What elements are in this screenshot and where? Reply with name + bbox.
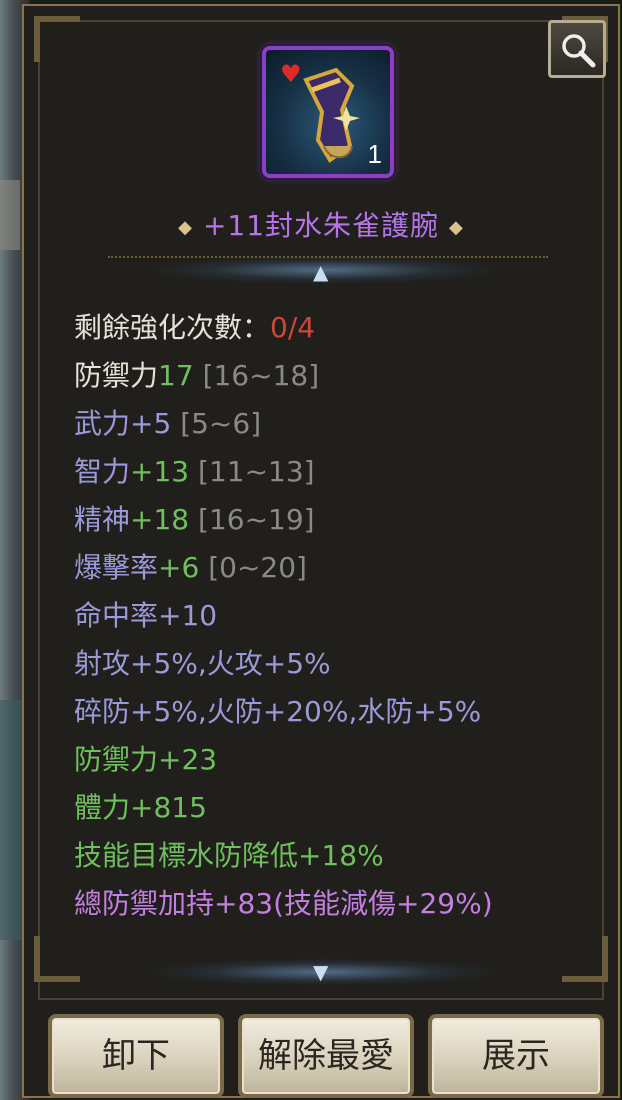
stat-label: 剩餘強化次數： [74,311,271,344]
frame-corner-ornament [562,936,608,982]
stat-range: [0~20] [208,551,307,584]
item-icon-slot[interactable]: ♥ 1 [262,46,394,178]
frame-corner-ornament [34,936,80,982]
frame-corner-ornament [34,16,80,62]
stat-value: 17 [158,359,194,392]
diamond-icon: ◆ [178,216,193,238]
stat-attack-bonus: 射攻+5%,火攻+5% [74,647,331,680]
stat-value: +13 [130,455,190,488]
stat-bonus-vitality: 體力+815 [74,791,207,824]
stat-value: +18 [130,503,190,536]
background-detail [0,700,22,940]
unequip-button[interactable]: 卸下 [48,1014,224,1098]
stat-force: 武力+5 [5~6] [74,400,594,448]
stat-range: [16~19] [198,503,315,536]
stat-label: 武力+5 [74,407,172,440]
stat-label: 爆擊率 [74,551,159,584]
stat-label: 智力 [74,455,131,488]
stat-set-bonus: 總防禦加持+83(技能減傷+29%) [74,887,493,920]
stat-bonus-defense: 防禦力+23 [74,743,218,776]
stat-enhance: 剩餘強化次數：0/4 [74,304,594,352]
stats-list: 剩餘強化次數：0/4 防禦力17 [16~18] 武力+5 [5~6] 智力+1… [74,304,594,928]
arrow-down-icon[interactable]: ▼ [313,962,328,982]
showcase-button[interactable]: 展示 [428,1014,604,1098]
item-name: ◆ +11封水朱雀護腕 ◆ [24,204,618,244]
stat-value: +6 [158,551,200,584]
stat-crit-rate: 爆擊率+6 [0~20] [74,544,594,592]
item-name-text: +11封水朱雀護腕 [202,209,440,242]
item-tooltip-panel: ♥ 1 ◆ +11封水朱雀護腕 ◆ ▲ 剩餘強化次數：0/4 防禦力17 [16~1… [22,4,620,1098]
background-detail [0,180,20,250]
stat-label: 精神 [74,503,131,536]
stat-value: 0/4 [270,311,316,344]
stat-range: [5~6] [180,407,262,440]
magnifier-icon[interactable] [548,20,606,78]
stat-spirit: 精神+18 [16~19] [74,496,594,544]
diamond-icon: ◆ [449,216,464,238]
stat-label: 防禦力 [74,359,159,392]
stat-resistance: 碎防+5%,火防+20%,水防+5% [74,695,482,728]
unfavorite-button[interactable]: 解除最愛 [238,1014,414,1098]
stat-skill-effect: 技能目標水防降低+18% [74,839,384,872]
stat-range: [11~13] [198,455,315,488]
stat-defense: 防禦力17 [16~18] [74,352,594,400]
stack-count: 1 [367,139,382,169]
stat-range: [16~18] [202,359,320,392]
arrow-up-icon[interactable]: ▲ [313,262,328,282]
stat-hit-rate: 命中率+10 [74,599,218,632]
stat-intelligence: 智力+13 [11~13] [74,448,594,496]
